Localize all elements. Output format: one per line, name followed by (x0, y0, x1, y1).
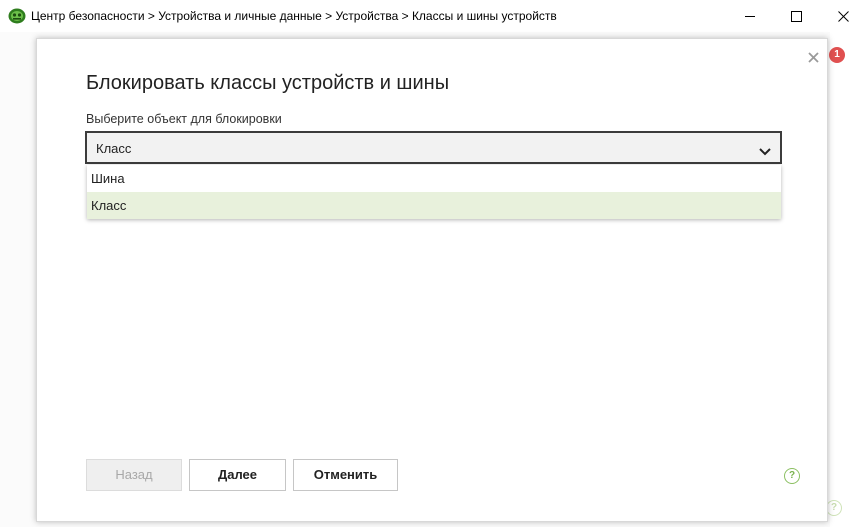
close-icon (807, 51, 819, 63)
window-title: Центр безопасности > Устройства и личные… (31, 9, 557, 23)
background-right-strip (830, 32, 867, 527)
select-selected-value: Класс (96, 141, 132, 156)
block-devices-dialog: Блокировать классы устройств и шины Выбе… (36, 38, 828, 522)
dr-web-logo-icon (8, 8, 26, 24)
minimize-button[interactable] (727, 0, 773, 32)
option-class[interactable]: Класс (87, 192, 781, 219)
close-icon (837, 10, 849, 22)
object-type-select[interactable]: Класс (85, 131, 782, 164)
option-bus[interactable]: Шина (87, 165, 781, 192)
window-titlebar: Центр безопасности > Устройства и личные… (0, 0, 867, 33)
cancel-button[interactable]: Отменить (293, 459, 398, 491)
help-icon[interactable]: ? (784, 468, 800, 484)
minimize-icon (744, 15, 755, 17)
dialog-close-button[interactable] (805, 49, 821, 65)
select-dropdown-list: Шина Класс (87, 165, 781, 219)
maximize-button[interactable] (773, 0, 819, 32)
background-help-icon: ? (826, 500, 842, 516)
window-close-button[interactable] (820, 0, 866, 32)
back-button[interactable]: Назад (86, 459, 182, 491)
maximize-icon (790, 10, 802, 22)
next-button[interactable]: Далее (189, 459, 286, 491)
chevron-down-icon (759, 143, 771, 161)
dialog-title: Блокировать классы устройств и шины (86, 72, 450, 94)
object-select-label: Выберите объект для блокировки (86, 112, 282, 126)
notification-badge[interactable]: 1 (829, 47, 845, 63)
